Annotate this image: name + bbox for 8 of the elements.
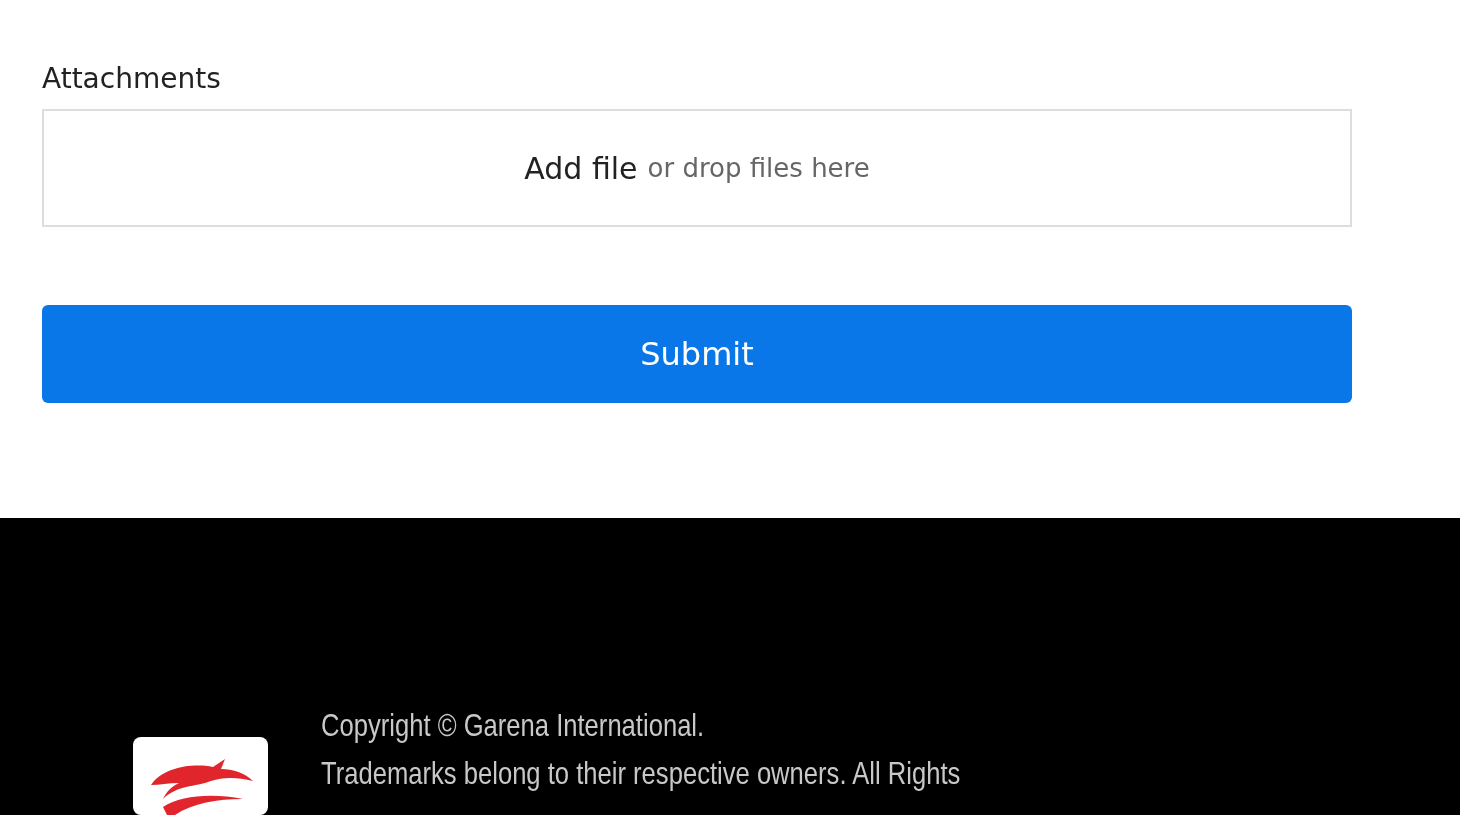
footer-text: Copyright © Garena International. — [321, 706, 706, 744]
file-drop-zone[interactable]: Add file or drop files here — [42, 109, 1352, 227]
drop-hint: or drop files here — [647, 153, 870, 183]
attachments-label: Attachments — [42, 62, 221, 95]
footer-text: Trademarks belong to their respective owners. All Rights — [321, 754, 961, 792]
add-file-link[interactable]: Add file — [524, 150, 638, 186]
submit-button[interactable]: Submit — [42, 305, 1352, 403]
logo-icon — [133, 737, 268, 815]
